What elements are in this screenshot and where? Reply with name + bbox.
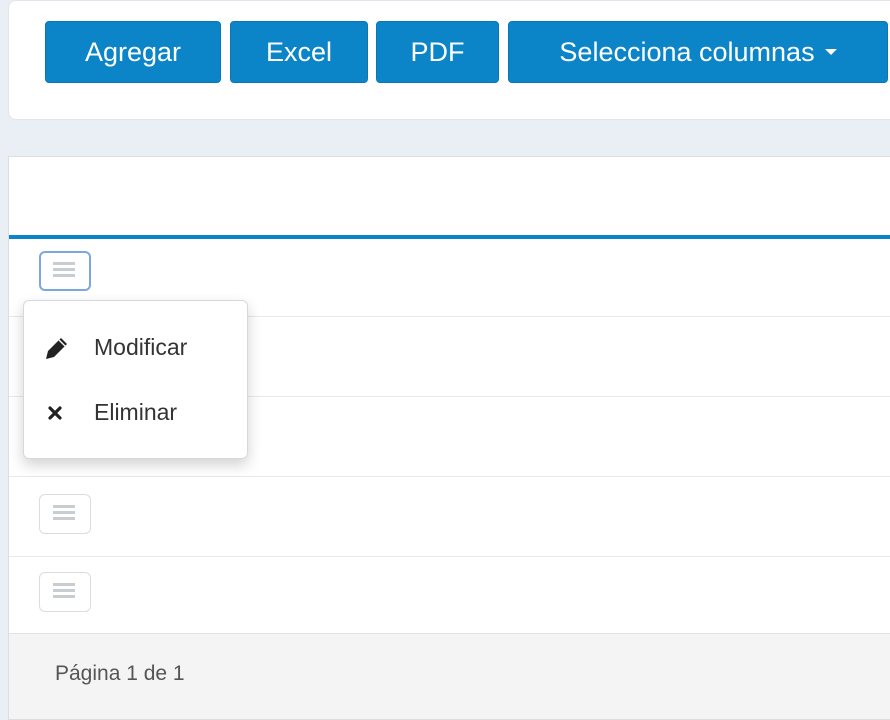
row-actions-button[interactable] [39,494,91,534]
row-actions-button[interactable] [39,251,91,291]
caret-down-icon [824,48,837,55]
menu-item-delete[interactable]: Eliminar [24,386,247,440]
table-header [9,157,890,235]
pdf-button-label: PDF [410,37,465,67]
menu-icon [53,262,75,278]
add-button-label: Agregar [84,37,182,67]
toolbar-card: Agregar Excel PDF Selecciona columnas [8,0,890,120]
close-icon [42,398,70,428]
row-actions-button[interactable] [39,572,91,612]
excel-button-label: Excel [265,37,333,67]
menu-icon [53,505,75,521]
pdf-button[interactable]: PDF [376,21,499,83]
select-columns-button[interactable]: Selecciona columnas [508,21,888,83]
pagination-text: Página 1 de 1 [55,662,185,685]
row-actions-menu: Modificar Eliminar [23,300,248,459]
menu-item-modify[interactable]: Modificar [24,321,247,375]
menu-item-modify-label: Modificar [94,334,188,360]
add-button[interactable]: Agregar [45,21,221,83]
excel-button[interactable]: Excel [230,21,368,83]
menu-item-delete-label: Eliminar [94,399,178,425]
select-columns-label: Selecciona columnas [559,37,815,67]
menu-icon [53,583,75,599]
table-row [9,557,890,635]
table-row [9,477,890,557]
table-footer: Página 1 de 1 [9,633,890,719]
pencil-icon [42,333,70,363]
